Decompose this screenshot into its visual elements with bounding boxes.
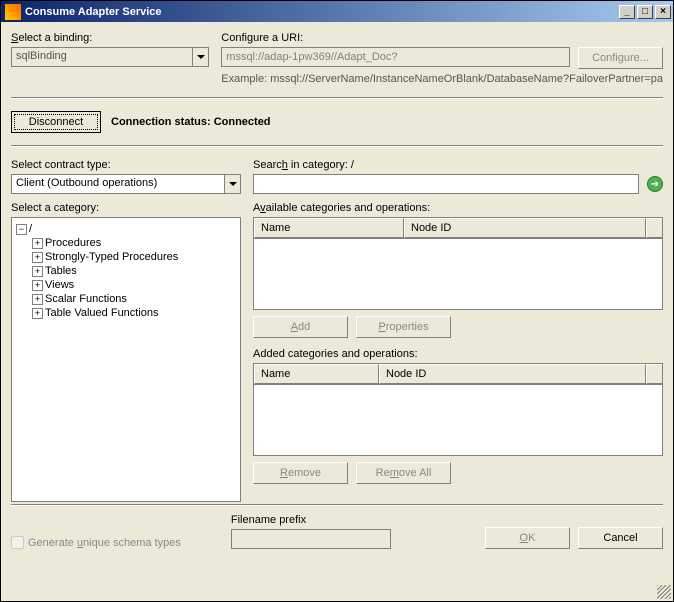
search-go-icon[interactable]: ➔: [647, 176, 663, 192]
category-label: Select a category:: [11, 202, 241, 214]
filename-input[interactable]: [231, 529, 391, 549]
generate-schema-label: Generate unique schema types: [28, 537, 181, 549]
expand-icon[interactable]: +: [32, 294, 43, 305]
tree-item[interactable]: +Strongly-Typed Procedures: [32, 250, 236, 264]
collapse-icon[interactable]: −: [16, 224, 27, 235]
connection-status: Connection status: Connected: [111, 116, 271, 128]
added-list[interactable]: [253, 384, 663, 456]
tree-item[interactable]: +Tables: [32, 264, 236, 278]
tree-item-label: Procedures: [45, 237, 101, 249]
search-input[interactable]: [253, 174, 639, 194]
disconnect-button[interactable]: Disconnect: [11, 111, 101, 133]
resize-grip[interactable]: [657, 585, 671, 599]
binding-label: Select a binding:: [11, 32, 209, 44]
binding-dropdown[interactable]: sqlBinding: [11, 47, 209, 67]
close-button[interactable]: ×: [655, 5, 671, 19]
added-label: Added categories and operations:: [253, 348, 663, 360]
expand-icon[interactable]: +: [32, 252, 43, 263]
search-label: Search in category: /: [253, 159, 663, 171]
generate-schema-checkbox[interactable]: Generate unique schema types: [11, 536, 181, 549]
add-button[interactable]: Add: [253, 316, 348, 338]
minimize-button[interactable]: _: [619, 5, 635, 19]
tree-item[interactable]: +Views: [32, 278, 236, 292]
col-name[interactable]: Name: [254, 218, 404, 238]
window-body: Select a binding: document.currentScript…: [0, 22, 674, 602]
tree-item[interactable]: +Table Valued Functions: [32, 306, 236, 320]
category-tree[interactable]: − / +Procedures+Strongly-Typed Procedure…: [11, 217, 241, 502]
tree-item[interactable]: +Scalar Functions: [32, 292, 236, 306]
properties-button[interactable]: Properties: [356, 316, 451, 338]
chevron-down-icon[interactable]: [192, 48, 208, 66]
contract-label: Select contract type:: [11, 159, 241, 171]
uri-example: Example: mssql://ServerName/InstanceName…: [221, 73, 663, 85]
filename-label: Filename prefix: [231, 514, 391, 526]
available-label: Available categories and operations:: [253, 202, 663, 214]
remove-button[interactable]: Remove: [253, 462, 348, 484]
tree-item-label: Scalar Functions: [45, 293, 127, 305]
tree-root[interactable]: − /: [16, 222, 236, 236]
expand-icon[interactable]: +: [32, 266, 43, 277]
uri-label: Configure a URI:: [221, 32, 663, 44]
col-node[interactable]: Node ID: [404, 218, 646, 238]
ok-button[interactable]: OK: [485, 527, 570, 549]
col-name[interactable]: Name: [254, 364, 379, 384]
uri-input: [221, 47, 570, 67]
chevron-down-icon[interactable]: [224, 175, 240, 193]
available-header: Name Node ID: [253, 217, 663, 238]
tree-item-label: Strongly-Typed Procedures: [45, 251, 178, 263]
app-icon: [5, 4, 21, 20]
expand-icon[interactable]: +: [32, 238, 43, 249]
cancel-button[interactable]: Cancel: [578, 527, 663, 549]
window-title: Consume Adapter Service: [25, 6, 619, 18]
title-bar: Consume Adapter Service _ □ ×: [0, 0, 674, 22]
added-header: Name Node ID: [253, 363, 663, 384]
available-list[interactable]: [253, 238, 663, 310]
expand-icon[interactable]: +: [32, 308, 43, 319]
maximize-button[interactable]: □: [637, 5, 653, 19]
col-node[interactable]: Node ID: [379, 364, 646, 384]
configure-button[interactable]: Configure...: [578, 47, 663, 69]
expand-icon[interactable]: +: [32, 280, 43, 291]
remove-all-button[interactable]: Remove All: [356, 462, 451, 484]
tree-item-label: Table Valued Functions: [45, 307, 159, 319]
tree-item[interactable]: +Procedures: [32, 236, 236, 250]
tree-item-label: Tables: [45, 265, 77, 277]
tree-root-label: /: [29, 223, 32, 235]
tree-item-label: Views: [45, 279, 74, 291]
contract-dropdown[interactable]: Client (Outbound operations): [11, 174, 241, 194]
